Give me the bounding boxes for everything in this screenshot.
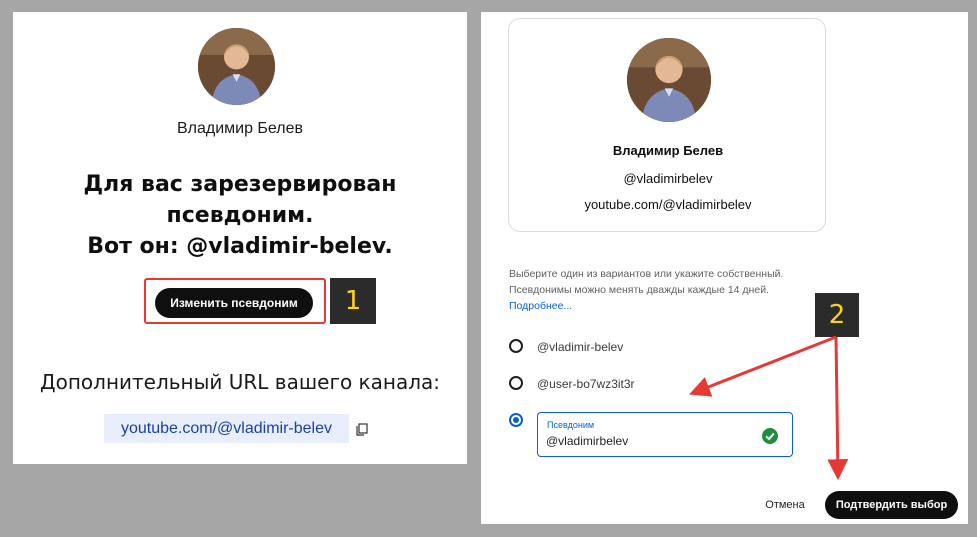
heading-line: псевдоним.: [166, 203, 314, 228]
option-label[interactable]: @vladimir-belev: [537, 340, 623, 354]
radio-option-2[interactable]: [509, 376, 523, 390]
heading-line: Для вас зарезервирован: [83, 172, 397, 197]
profile-card: Владимир Белев @vladimirbelev youtube.co…: [508, 18, 826, 232]
heading-line: Вот он: @vladimir-belev.: [87, 234, 393, 259]
avatar-photo: [198, 28, 275, 105]
channel-url-link[interactable]: youtube.com/@vladimir-belev: [104, 414, 349, 443]
cancel-button[interactable]: Отмена: [757, 494, 813, 516]
reserved-alias-heading: Для вас зарезервирован псевдоним. Вот он…: [63, 169, 417, 262]
help-line: Псевдонимы можно менять дважды каждые 14…: [509, 284, 769, 296]
check-circle-icon: [762, 428, 778, 444]
user-name: Владимир Белев: [176, 120, 304, 137]
card-url: youtube.com/@vladimirbelev: [584, 197, 752, 212]
option-label[interactable]: @user-bo7wz3it3r: [537, 377, 635, 391]
avatar-photo: [627, 38, 711, 122]
custom-alias-field[interactable]: Псевдоним: [537, 412, 793, 457]
avatar: [627, 38, 711, 122]
radio-option-custom[interactable]: [509, 413, 523, 427]
field-label: Псевдоним: [547, 420, 595, 430]
help-text: Выберите один из вариантов или укажите с…: [509, 266, 839, 314]
alias-choice-dialog: Владимир Белев @vladimirbelev youtube.co…: [481, 12, 968, 524]
extra-url-label: Дополнительный URL вашего канала:: [39, 370, 440, 394]
radio-option-1[interactable]: [509, 339, 523, 353]
confirm-button[interactable]: Подтвердить выбор: [825, 491, 958, 519]
help-line: Выберите один из вариантов или укажите с…: [509, 268, 784, 280]
step-marker-2: 2: [815, 293, 859, 337]
step-marker-1: 1: [330, 278, 376, 324]
more-link[interactable]: Подробнее...: [509, 298, 839, 314]
reserved-alias-panel: Владимир Белев Для вас зарезервирован пс…: [13, 12, 467, 464]
change-alias-button[interactable]: Изменить псевдоним: [155, 288, 313, 318]
card-user-name: Владимир Белев: [612, 143, 724, 158]
copy-icon[interactable]: [356, 423, 368, 436]
alias-input[interactable]: [546, 434, 756, 448]
card-handle: @vladimirbelev: [623, 171, 713, 186]
avatar: [198, 28, 275, 105]
